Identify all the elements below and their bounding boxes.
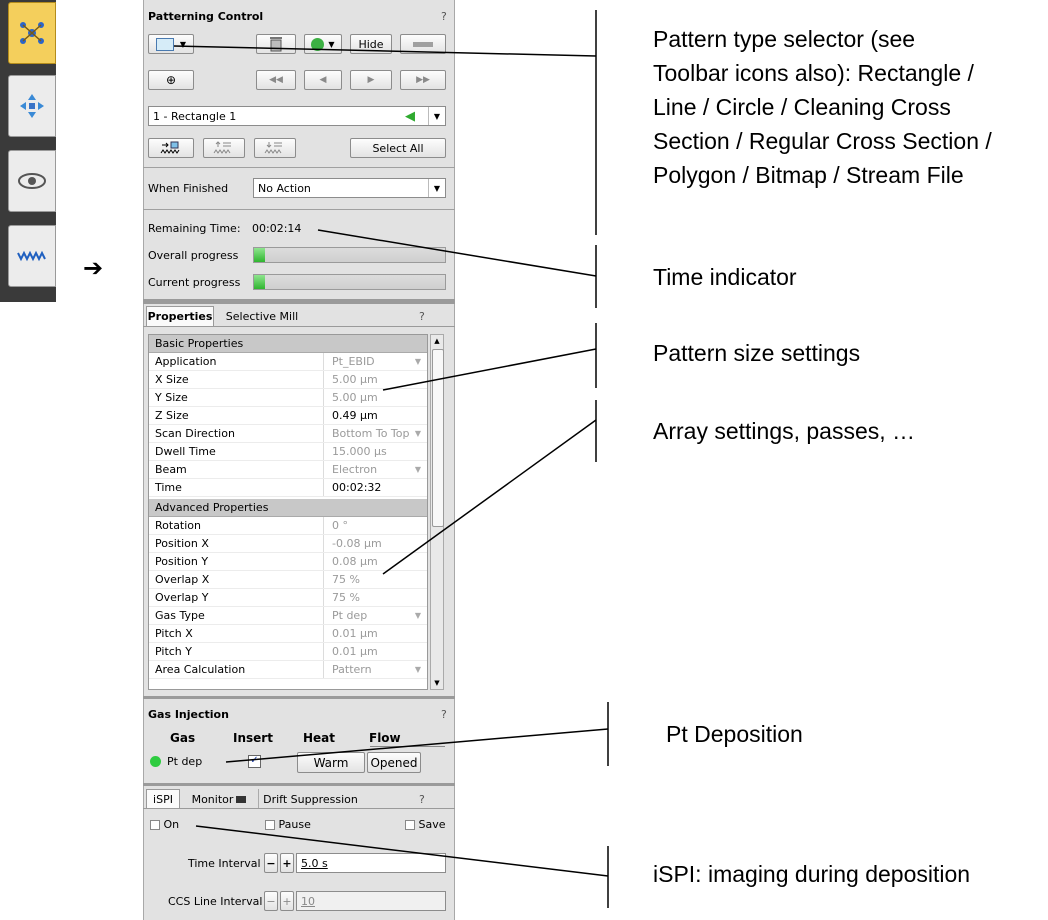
leader-pattern-type [173,45,597,57]
annotation-array: Array settings, passes, … [653,418,916,444]
annotation-pt: Pt Deposition [666,721,803,747]
leader-size [382,348,597,391]
annotation-time: Time indicator [653,264,797,290]
annotation-size: Pattern size settings [653,340,861,366]
leader-pt [225,728,609,763]
leader-ispi [195,825,609,877]
annotation-line: Pattern type selector (see [653,26,916,52]
annotation-line: Polygon / Bitmap / Stream File [653,162,964,188]
leader-time [317,229,597,277]
annotation-line: Line / Circle / Cleaning Cross [653,94,951,120]
annotation-line: Section / Regular Cross Section / [653,128,992,154]
annotation-line: Toolbar icons also): Rectangle / [653,60,974,86]
annotation-pattern-type: Pattern type selector (see Toolbar icons… [653,22,992,192]
leader-array [382,419,597,575]
annotation-ispi: iSPI: imaging during deposition [653,861,971,887]
